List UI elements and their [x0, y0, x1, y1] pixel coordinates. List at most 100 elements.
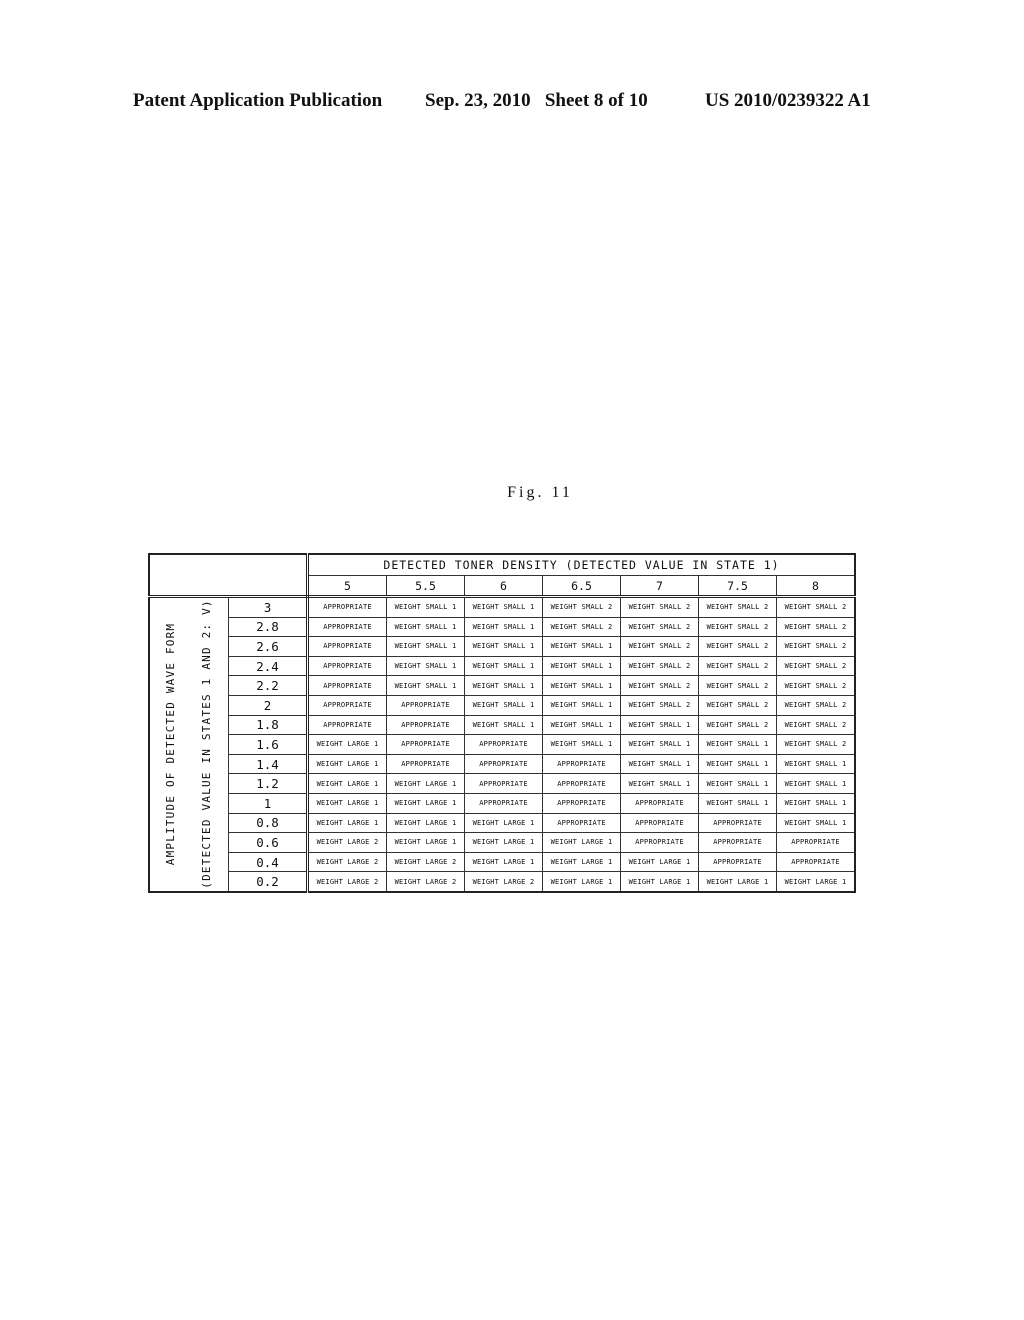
- table-cell: APPROPRIATE: [307, 616, 387, 638]
- table-cell: WEIGHT SMALL 2: [776, 655, 856, 677]
- table-cell: WEIGHT SMALL 2: [776, 734, 856, 755]
- table-cell: APPROPRIATE: [776, 851, 856, 873]
- table-cell: WEIGHT LARGE 1: [307, 753, 387, 775]
- table-cell: WEIGHT SMALL 1: [620, 714, 699, 736]
- table-cell: WEIGHT LARGE 2: [307, 871, 387, 893]
- table-cell: WEIGHT LARGE 1: [307, 773, 387, 794]
- table-cell: WEIGHT SMALL 2: [698, 655, 777, 677]
- table-cell: WEIGHT LARGE 1: [386, 792, 465, 814]
- table-cell: WEIGHT SMALL 1: [464, 714, 543, 736]
- table-cell: APPROPRIATE: [464, 792, 543, 814]
- table-row: 0.4 WEIGHT LARGE 2 WEIGHT LARGE 2 WEIGHT LA…: [149, 851, 856, 873]
- table-header-row: DETECTED TONER DENSITY (DETECTED VALUE I…: [148, 553, 856, 598]
- table-cell: WEIGHT SMALL 1: [776, 753, 856, 775]
- table-cell: WEIGHT SMALL 2: [776, 714, 856, 736]
- table-cell: APPROPRIATE: [307, 636, 387, 657]
- table-cell: WEIGHT LARGE 1: [542, 851, 621, 873]
- table-cell: WEIGHT SMALL 1: [386, 636, 465, 657]
- table-cell: WEIGHT LARGE 1: [386, 773, 465, 794]
- table-cell: WEIGHT SMALL 2: [620, 694, 699, 716]
- table-cell: WEIGHT SMALL 2: [620, 675, 699, 696]
- table-cell: WEIGHT SMALL 1: [386, 596, 465, 618]
- table-cell: WEIGHT LARGE 1: [542, 871, 621, 893]
- table-cell: WEIGHT LARGE 1: [698, 871, 777, 893]
- table-row: 2.8 APPROPRIATE WEIGHT SMALL 1 WEIGHT SMALL…: [149, 616, 856, 638]
- table-cell: APPROPRIATE: [698, 832, 777, 853]
- table-cell: WEIGHT SMALL 1: [386, 675, 465, 696]
- table-cell: APPROPRIATE: [542, 812, 621, 834]
- decision-table: DETECTED TONER DENSITY (DETECTED VALUE I…: [148, 553, 856, 893]
- table-cell: WEIGHT SMALL 1: [542, 694, 621, 716]
- table-cell: WEIGHT SMALL 2: [698, 714, 777, 736]
- table-cell: WEIGHT LARGE 1: [776, 871, 856, 893]
- table-cell: WEIGHT LARGE 1: [386, 832, 465, 853]
- column-header: 7: [620, 575, 699, 598]
- table-cell: APPROPRIATE: [620, 812, 699, 834]
- table-cell: WEIGHT SMALL 2: [620, 636, 699, 657]
- table-cell: WEIGHT SMALL 2: [776, 616, 856, 638]
- table-row: 2.4 APPROPRIATE WEIGHT SMALL 1 WEIGHT SMALL…: [149, 655, 856, 677]
- row-header-amplitude: 2.2: [228, 675, 309, 696]
- table-cell: WEIGHT SMALL 1: [542, 636, 621, 657]
- table-cell: WEIGHT SMALL 1: [776, 792, 856, 814]
- table-row: 1 WEIGHT LARGE 1 WEIGHT LARGE 1 APPROPRIATE…: [149, 792, 856, 814]
- table-cell: WEIGHT SMALL 1: [386, 655, 465, 677]
- table-cell: WEIGHT SMALL 2: [698, 694, 777, 716]
- table-cell: WEIGHT SMALL 1: [386, 616, 465, 638]
- figure-label: Fig. 11: [507, 484, 573, 501]
- publication-title: Patent Application Publication: [133, 90, 383, 111]
- column-header: 6: [464, 575, 543, 598]
- table-cell: WEIGHT SMALL 1: [776, 812, 856, 834]
- table-cell: WEIGHT LARGE 1: [464, 832, 543, 853]
- table-cell: WEIGHT SMALL 2: [776, 675, 856, 696]
- column-axis-title: DETECTED TONER DENSITY (DETECTED VALUE I…: [307, 553, 856, 576]
- table-cell: WEIGHT LARGE 1: [620, 851, 699, 873]
- table-cell: WEIGHT LARGE 2: [307, 851, 387, 873]
- table-cell: WEIGHT SMALL 2: [776, 596, 856, 618]
- table-cell: APPROPRIATE: [307, 714, 387, 736]
- table-cell: WEIGHT SMALL 2: [542, 596, 621, 618]
- table-cell: WEIGHT SMALL 1: [464, 616, 543, 638]
- row-header-amplitude: 2.6: [228, 636, 309, 657]
- table-cell: APPROPRIATE: [698, 812, 777, 834]
- table-cell: WEIGHT SMALL 2: [620, 616, 699, 638]
- publication-number: US 2010/0239322 A1: [705, 90, 871, 111]
- row-header-amplitude: 1.6: [228, 734, 309, 755]
- table-cell: WEIGHT SMALL 1: [698, 773, 777, 794]
- table-row: AMPLITUDE OF DETECTED WAVE FORM (DETECTED…: [148, 595, 856, 892]
- column-header: 5: [307, 575, 387, 598]
- table-row: 2 APPROPRIATE APPROPRIATE WEIGHT SMALL 1 WEI…: [149, 694, 856, 716]
- table-cell: WEIGHT SMALL 1: [620, 734, 699, 755]
- table-cell: WEIGHT SMALL 1: [698, 792, 777, 814]
- table-cell: APPROPRIATE: [464, 734, 543, 755]
- column-header: 5.5: [386, 575, 465, 598]
- column-header: 7.5: [698, 575, 777, 598]
- table-cell: WEIGHT LARGE 1: [386, 812, 465, 834]
- table-cell: APPROPRIATE: [698, 851, 777, 873]
- table-row: 0.8 WEIGHT LARGE 1 WEIGHT LARGE 1 WEIGHT LA…: [149, 812, 856, 834]
- table-cell: WEIGHT SMALL 2: [776, 694, 856, 716]
- publication-date-sheet: Sep. 23, 2010 Sheet 8 of 10: [425, 90, 648, 111]
- table-cell: WEIGHT LARGE 1: [464, 812, 543, 834]
- table-cell: WEIGHT SMALL 2: [620, 596, 699, 618]
- table-cell: WEIGHT SMALL 2: [698, 616, 777, 638]
- table-cell: APPROPRIATE: [776, 832, 856, 853]
- table-cell: APPROPRIATE: [542, 753, 621, 775]
- table-cell: APPROPRIATE: [386, 714, 465, 736]
- table-cell: WEIGHT LARGE 2: [386, 851, 465, 873]
- row-header-amplitude: 0.8: [228, 812, 309, 834]
- table-cell: APPROPRIATE: [386, 734, 465, 755]
- row-header-amplitude: 0.2: [228, 871, 309, 893]
- table-cell: WEIGHT LARGE 1: [307, 812, 387, 834]
- table-cell: WEIGHT SMALL 2: [698, 596, 777, 618]
- table-cell: WEIGHT LARGE 1: [307, 734, 387, 755]
- row-header-amplitude: 1.4: [228, 753, 309, 775]
- table-cell: WEIGHT LARGE 1: [620, 871, 699, 893]
- table-cell: WEIGHT SMALL 1: [464, 596, 543, 618]
- table-cell: APPROPRIATE: [386, 753, 465, 775]
- table-cell: WEIGHT SMALL 1: [464, 675, 543, 696]
- row-header-amplitude: 2.4: [228, 655, 309, 677]
- table-cell: APPROPRIATE: [307, 596, 387, 618]
- table-corner-cell: [148, 553, 309, 598]
- table-cell: APPROPRIATE: [386, 694, 465, 716]
